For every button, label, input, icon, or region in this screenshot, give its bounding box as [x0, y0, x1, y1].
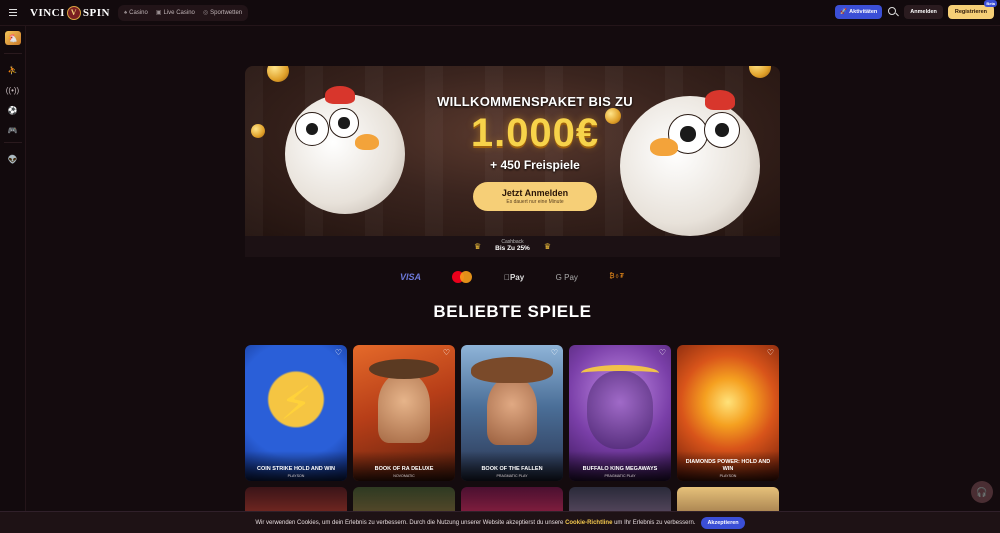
popular-games-row: ⚡ ♡ COIN STRIKE HOLD AND WIN PLAYSON ♡ B…	[245, 345, 780, 481]
game-card[interactable]: ♡ BUFFALO KING MEGAWAYS PRAGMATIC PLAY	[569, 345, 671, 481]
alien-icon[interactable]: 👽	[5, 151, 21, 167]
chicken-eye	[704, 112, 740, 148]
logo-emblem-icon: V	[66, 5, 81, 20]
sidebar-avatar[interactable]: 🐔	[4, 31, 21, 45]
logo[interactable]: VINCI V SPIN	[30, 5, 110, 20]
google-pay-logo: G Pay	[554, 272, 578, 282]
coin-icon	[251, 124, 265, 138]
register-label: Registrieren	[954, 9, 987, 15]
cookie-text-after: um Ihr Erlebnis zu verbessern.	[614, 519, 696, 526]
sidebar: 🐔 ⛹ ((•)) ⚽ 🎮 👽	[0, 26, 26, 533]
game-card[interactable]: ♡ BOOK OF THE FALLEN PRAGMATIC PLAY	[461, 345, 563, 481]
buffalo-horns	[581, 365, 659, 381]
basketball-icon[interactable]: ⛹	[5, 62, 21, 78]
cookie-policy-link[interactable]: Cookie-Richtline	[565, 520, 612, 526]
cashback-value: Bis Zu 25%	[495, 245, 530, 253]
mastercard-logo	[452, 271, 473, 283]
chicken-illustration-left	[285, 86, 405, 214]
chicken-beak	[355, 134, 379, 150]
soccer-icon[interactable]: ⚽	[5, 102, 21, 118]
nav-casino[interactable]: ♠ Casino	[121, 10, 151, 16]
chicken-comb	[705, 90, 735, 110]
payment-methods: VISA Pay G Pay ₿⬨₮	[400, 268, 625, 286]
favorite-heart-icon[interactable]: ♡	[766, 348, 775, 357]
signup-cta-label: Jetzt Anmelden	[501, 188, 569, 198]
activities-button[interactable]: 🚀 Aktivitäten	[835, 5, 883, 19]
game-name: COIN STRIKE HOLD AND WIN	[256, 465, 335, 472]
cookie-text-before: Wir verwenden Cookies, um dein Erlebnis …	[255, 519, 564, 526]
game-name: BOOK OF RA DELUXE	[374, 465, 434, 472]
nav-sportwetten[interactable]: ◎ Sportwetten	[200, 9, 245, 17]
nav-live-casino[interactable]: ▣ Live Casino	[153, 9, 198, 17]
hero-amount: 1.000€	[470, 111, 600, 155]
game-provider: PRAGMATIC PLAY	[604, 474, 636, 478]
crypto-logos: ₿⬨₮	[609, 273, 625, 280]
top-bar: VINCI V SPIN ♠ Casino ▣ Live Casino ◎ Sp…	[0, 0, 1000, 26]
game-name: DIAMONDS POWER: HOLD AND WIN	[685, 459, 771, 472]
apple-pay-logo: Pay	[504, 273, 524, 282]
hero-welcome: WILLKOMMENSPAKET BIS ZU	[437, 94, 633, 109]
logo-text-left: VINCI	[30, 6, 65, 19]
main-nav: ♠ Casino ▣ Live Casino ◎ Sportwetten	[117, 4, 249, 21]
nav-sportwetten-label: Sportwetten	[210, 9, 243, 16]
cards-icon: ▣	[155, 10, 162, 16]
search-icon[interactable]	[887, 6, 899, 18]
apple-pay-text: Pay	[506, 272, 524, 282]
favorite-heart-icon[interactable]: ♡	[550, 348, 559, 357]
header-actions: 🚀 Aktivitäten Anmelden Registrieren Beta	[835, 0, 997, 19]
register-tag: Beta	[984, 0, 997, 7]
crown-icon: ♛	[473, 242, 482, 251]
game-provider: PRAGMATIC PLAY	[496, 474, 528, 478]
game-name: BUFFALO KING MEGAWAYS	[582, 465, 658, 472]
nav-casino-label: Casino	[129, 9, 148, 16]
game-provider: PLAYSON	[719, 474, 737, 478]
spade-icon: ♠	[123, 9, 128, 16]
visa-logo: VISA	[400, 272, 422, 282]
game-card[interactable]: ♡ BOOK OF RA DELUXE NOVOMATIC	[353, 345, 455, 481]
hero-text: WILLKOMMENSPAKET BIS ZU 1.000€ + 450 Fre…	[405, 94, 665, 211]
activities-label: Aktivitäten	[849, 9, 878, 15]
crown-icon: ♛	[543, 242, 552, 251]
cookie-banner: Wir verwenden Cookies, um dein Erlebnis …	[0, 511, 1000, 533]
logo-text-right: SPIN	[82, 6, 110, 19]
game-card[interactable]: ⚡ ♡ COIN STRIKE HOLD AND WIN PLAYSON	[245, 345, 347, 481]
cookie-accept-button[interactable]: Akzeptieren	[701, 516, 745, 529]
gamepad-icon[interactable]: 🎮	[5, 122, 21, 138]
chicken-eye	[329, 108, 359, 138]
menu-icon[interactable]	[0, 0, 26, 26]
ball-icon: ◎	[202, 10, 209, 16]
game-card[interactable]: ♡ DIAMONDS POWER: HOLD AND WIN PLAYSON	[677, 345, 779, 481]
sidebar-divider	[3, 53, 22, 54]
hero-spins: + 450 Freispiele	[490, 158, 580, 172]
cookie-text: Wir verwenden Cookies, um dein Erlebnis …	[255, 520, 695, 526]
live-icon[interactable]: ((•))	[5, 82, 21, 98]
cowboy-hat	[471, 357, 553, 383]
chicken-eye	[295, 112, 329, 146]
popular-games-title: BELIEBTE SPIELE	[433, 302, 592, 321]
cashback-bar: ♛ Cashback Bis Zu 25% ♛	[245, 236, 780, 257]
sidebar-divider	[3, 142, 22, 143]
buffalo-figure	[587, 371, 653, 449]
hero-banner[interactable]: WILLKOMMENSPAKET BIS ZU 1.000€ + 450 Fre…	[245, 66, 780, 236]
game-provider: NOVOMATIC	[393, 474, 415, 478]
favorite-heart-icon[interactable]: ♡	[442, 348, 451, 357]
register-button[interactable]: Registrieren Beta	[947, 0, 997, 19]
nav-live-casino-label: Live Casino	[163, 9, 195, 16]
explorer-figure	[378, 373, 430, 443]
support-chat-icon[interactable]: 🎧	[971, 481, 993, 503]
signup-cta-sublabel: Es dauert nur eine Minute	[506, 199, 564, 205]
signup-cta-button[interactable]: Jetzt Anmelden Es dauert nur eine Minute	[473, 182, 597, 211]
game-provider: PLAYSON	[287, 474, 305, 478]
favorite-heart-icon[interactable]: ♡	[658, 348, 667, 357]
game-name: BOOK OF THE FALLEN	[481, 465, 543, 472]
explorer-hat	[369, 359, 439, 379]
login-button[interactable]: Anmelden	[904, 5, 943, 19]
cashback-info: Cashback Bis Zu 25%	[495, 240, 530, 253]
cowboy-figure	[487, 377, 537, 445]
rocket-icon: 🚀	[840, 9, 848, 15]
chicken-comb	[325, 86, 355, 104]
favorite-heart-icon[interactable]: ♡	[334, 348, 343, 357]
